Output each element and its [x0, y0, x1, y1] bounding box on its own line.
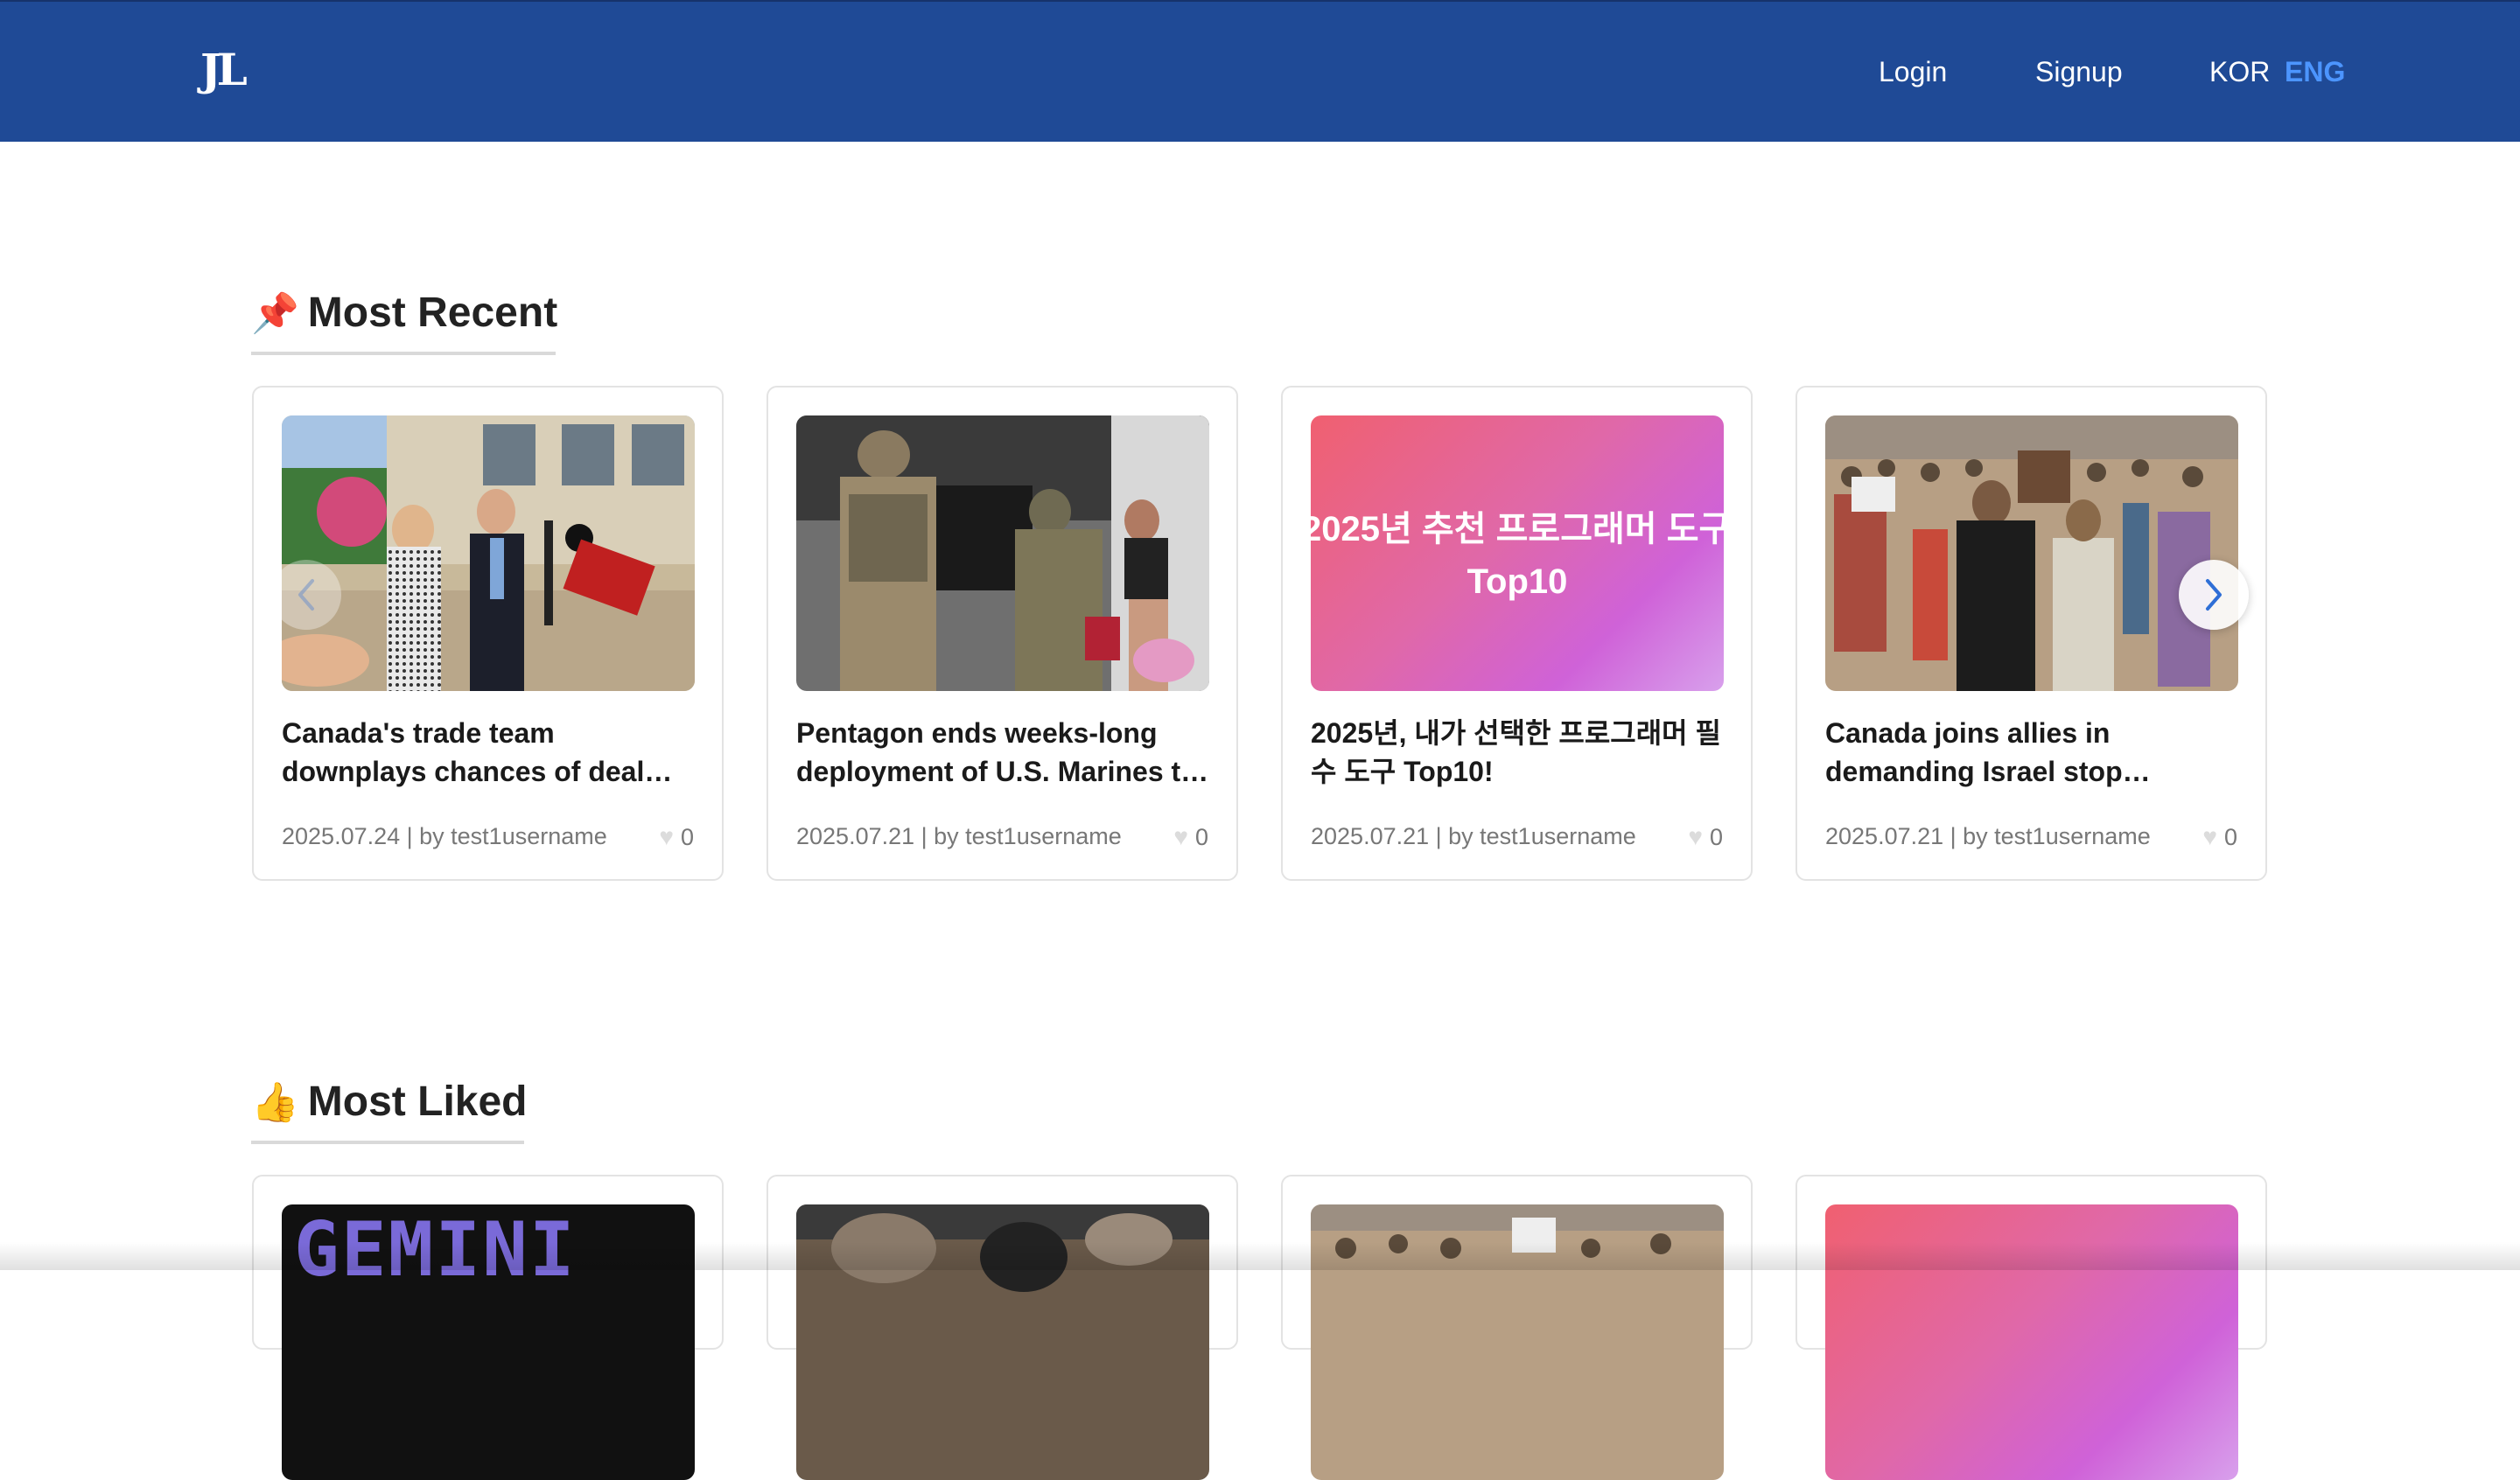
heart-icon: ♥: [1173, 823, 1188, 850]
article-thumbnail[interactable]: 2025년 추천 프로그래머 도구 Top10: [1311, 415, 1724, 691]
like-count[interactable]: ♥ 0: [1173, 823, 1208, 851]
like-count-value: 0: [1709, 823, 1723, 850]
crowd-image: [1825, 415, 2238, 691]
like-count-value: 0: [680, 823, 694, 850]
like-count[interactable]: ♥ 0: [2202, 823, 2237, 851]
lang-kor-toggle[interactable]: KOR: [2209, 56, 2270, 88]
heart-icon: ♥: [659, 823, 674, 850]
most-recent-title: Most Recent: [307, 290, 558, 336]
article-thumbnail[interactable]: [796, 415, 1209, 691]
lang-eng-toggle[interactable]: ENG: [2285, 56, 2345, 88]
most-liked-heading: 👍 Most Liked: [251, 1078, 527, 1126]
bottom-scroll-shadow: [0, 1242, 2520, 1270]
thumbs-up-icon: 👍: [251, 1080, 299, 1124]
marines-deployment-image: [796, 415, 1209, 691]
most-recent-heading: 📌 Most Recent: [251, 289, 557, 337]
like-count[interactable]: ♥ 0: [1688, 823, 1723, 851]
article-card[interactable]: Canada joins allies in demanding Israel …: [1796, 386, 2267, 881]
press-conference-image: [282, 415, 695, 691]
article-title[interactable]: Canada's trade team downplays chances of…: [282, 714, 695, 791]
login-link[interactable]: Login: [1879, 56, 1947, 88]
article-thumbnail[interactable]: [282, 415, 695, 691]
chevron-right-icon: [2206, 579, 2222, 611]
top-navbar: JL Login Signup KOR ENG: [0, 0, 2520, 142]
site-logo[interactable]: JL: [200, 44, 248, 95]
most-liked-underline: [251, 1141, 524, 1144]
carousel-prev-button[interactable]: [271, 560, 341, 630]
heart-icon: ♥: [2202, 823, 2217, 850]
thumbnail-caption: 2025년 추천 프로그래머 도구 Top10: [1311, 510, 1724, 601]
carousel-next-button[interactable]: [2179, 560, 2249, 630]
signup-link[interactable]: Signup: [2035, 56, 2123, 88]
article-meta: 2025.07.21 | by test1username: [1311, 823, 1636, 849]
most-recent-underline: [251, 352, 556, 355]
article-meta: 2025.07.21 | by test1username: [796, 823, 1122, 849]
article-title[interactable]: 2025년, 내가 선택한 프로그래머 필수 도구 Top10!: [1311, 714, 1724, 791]
like-count[interactable]: ♥ 0: [659, 823, 694, 851]
article-meta: 2025.07.21 | by test1username: [1825, 823, 2151, 849]
article-card[interactable]: 2025년 추천 프로그래머 도구 Top10 2025년, 내가 선택한 프로…: [1281, 386, 1753, 881]
most-liked-title: Most Liked: [307, 1079, 528, 1125]
article-thumbnail[interactable]: [1825, 415, 2238, 691]
pushpin-icon: 📌: [251, 291, 299, 335]
heart-icon: ♥: [1688, 823, 1703, 850]
like-count-value: 0: [1194, 823, 1208, 850]
chevron-left-icon: [298, 579, 314, 611]
article-title[interactable]: Canada joins allies in demanding Israel …: [1825, 714, 2238, 791]
article-title[interactable]: Pentagon ends weeks-long deployment of U…: [796, 714, 1209, 791]
article-card[interactable]: Pentagon ends weeks-long deployment of U…: [766, 386, 1238, 881]
article-card[interactable]: Canada's trade team downplays chances of…: [252, 386, 724, 881]
article-meta: 2025.07.24 | by test1username: [282, 823, 607, 849]
like-count-value: 0: [2223, 823, 2237, 850]
